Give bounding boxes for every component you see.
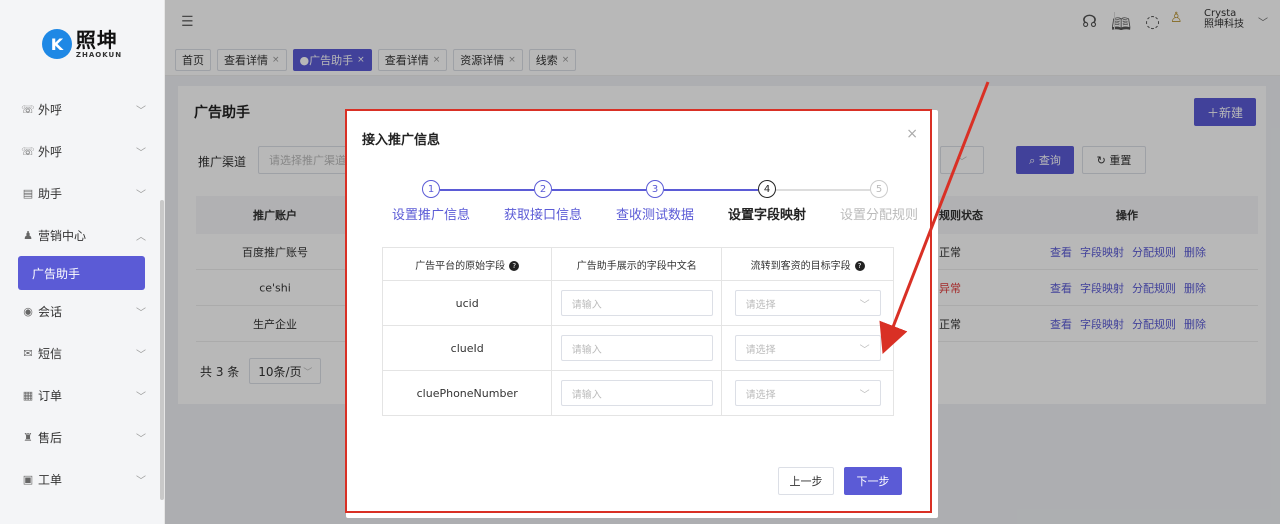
- target-field-select[interactable]: 请选择 ﹀: [734, 380, 881, 406]
- sidebar-item-phone[interactable]: ☏ 外呼 ﹀: [0, 130, 164, 172]
- chevron-down-icon: ﹀: [859, 344, 870, 356]
- step-connector: [440, 189, 534, 191]
- help-icon[interactable]: ?: [854, 260, 865, 271]
- step-label: 设置字段映射: [727, 208, 806, 223]
- table-row: ucid 请输入 请选择 ﹀: [381, 280, 894, 326]
- table-row: cluePhoneNumber 请输入 请选择 ﹀: [381, 370, 894, 416]
- step-number: 1: [422, 180, 440, 198]
- step-4: 4 设置字段映射: [712, 180, 822, 223]
- display-name-input[interactable]: 请输入: [560, 335, 713, 361]
- chevron-icon: ﹀: [136, 391, 146, 403]
- next-step-button[interactable]: 下一步: [844, 467, 902, 495]
- help-icon[interactable]: ?: [509, 260, 520, 271]
- target-field-select[interactable]: 请选择 ﹀: [734, 335, 881, 361]
- sidebar-item-label: 短信: [38, 346, 63, 361]
- step-number: 5: [870, 180, 888, 198]
- col-target-field: 流转到客资的目标字段?: [721, 247, 894, 281]
- step-number: 3: [646, 180, 664, 198]
- sidebar-item-label: 工单: [38, 472, 63, 487]
- step-label: 查收测试数据: [615, 208, 694, 223]
- select-placeholder: 请选择: [745, 344, 776, 356]
- phone-icon: ☏: [21, 144, 35, 158]
- table-row: clueId 请输入 请选择 ﹀: [381, 325, 894, 371]
- sidebar-item-service[interactable]: ♜ 售后 ﹀: [0, 416, 164, 458]
- modal-title: 接入推广信息: [362, 133, 441, 148]
- mail-icon: ✉: [23, 346, 33, 360]
- sidebar-item-label: 外呼: [38, 102, 63, 117]
- sidebar-item-chat[interactable]: ◉ 会话 ﹀: [0, 290, 164, 332]
- sidebar-item-phone[interactable]: ☏ 外呼 ﹀: [0, 88, 164, 130]
- close-icon[interactable]: ×: [906, 126, 918, 142]
- step-3: 3 查收测试数据: [600, 180, 710, 223]
- original-field: cluePhoneNumber: [381, 370, 553, 416]
- step-connector: [664, 189, 758, 191]
- sidebar-item-mail[interactable]: ✉ 短信 ﹀: [0, 332, 164, 374]
- service-icon: ♜: [23, 430, 33, 444]
- logo-text: 照坤: [75, 27, 118, 52]
- sidebar-item-label: 会话: [38, 304, 63, 319]
- select-placeholder: 请选择: [745, 299, 776, 311]
- target-field-select[interactable]: 请选择 ﹀: [734, 290, 881, 316]
- chat-icon: ◉: [23, 304, 33, 318]
- sidebar-item-label: 订单: [38, 388, 63, 403]
- user-icon: ♟: [23, 228, 33, 242]
- original-field: ucid: [381, 280, 553, 326]
- steps: 1 设置推广信息 2 获取接口信息 3 查收测试数据 4 设置字段映射 5 设置分配规则: [376, 180, 918, 223]
- col-display-name: 广告助手展示的字段中文名: [551, 247, 723, 281]
- sidebar-item-label: 售后: [38, 430, 63, 445]
- logo: K 照坤 ZHAOKUN: [0, 0, 164, 88]
- chevron-icon: ﹀: [136, 475, 146, 487]
- chevron-down-icon: ﹀: [859, 299, 870, 311]
- chevron-icon: ﹀: [136, 349, 146, 361]
- step-number: 2: [534, 180, 552, 198]
- access-modal: 接入推广信息 × 1 设置推广信息 2 获取接口信息 3 查收测试数据 4 设置字段映射 5 设置…: [346, 110, 938, 518]
- sidebar-item-user[interactable]: ♟ 营销中心 ︿: [0, 214, 164, 256]
- chevron-icon: ﹀: [136, 105, 146, 117]
- chevron-icon: ﹀: [136, 147, 146, 159]
- chevron-down-icon: ﹀: [859, 389, 870, 401]
- sidebar-item-label: 外呼: [38, 144, 63, 159]
- display-name-input[interactable]: 请输入: [560, 290, 713, 316]
- logo-icon: K: [41, 29, 72, 59]
- sidebar-item-ticket[interactable]: ▣ 工单 ﹀: [0, 458, 164, 500]
- step-connector: [776, 189, 870, 191]
- sidebar-item-order[interactable]: ▦ 订单 ﹀: [0, 374, 164, 416]
- chevron-icon: ﹀: [136, 307, 146, 319]
- step-label: 获取接口信息: [503, 208, 582, 223]
- original-field: clueId: [381, 325, 553, 371]
- chevron-icon: ︿: [136, 231, 146, 243]
- sidebar-item-label: 助手: [38, 186, 63, 201]
- logo-subtext: ZHAOKUN: [75, 50, 123, 59]
- ticket-icon: ▣: [22, 472, 34, 486]
- sidebar-item-chart[interactable]: ▤ 助手 ﹀: [0, 172, 164, 214]
- chevron-icon: ﹀: [136, 189, 146, 201]
- select-placeholder: 请选择: [745, 389, 776, 401]
- display-name-input[interactable]: 请输入: [560, 380, 713, 406]
- col-original-field: 广告平台的原始字段?: [381, 247, 553, 281]
- chevron-icon: ﹀: [136, 433, 146, 445]
- field-mapping-table: 广告平台的原始字段? 广告助手展示的字段中文名 流转到客资的目标字段? ucid…: [381, 247, 894, 416]
- sidebar: K 照坤 ZHAOKUN ☏ 外呼 ﹀ ☏ 外呼 ﹀ ▤ 助手 ﹀ ♟ 营销中心 ︿ 广告助手 ◉ 会话…: [0, 0, 165, 524]
- chart-icon: ▤: [22, 186, 34, 200]
- order-icon: ▦: [22, 388, 34, 402]
- sidebar-scrollbar[interactable]: [160, 200, 164, 500]
- sidebar-item-ad-assistant[interactable]: 广告助手: [18, 256, 145, 290]
- step-1: 1 设置推广信息: [376, 180, 486, 223]
- prev-step-button[interactable]: 上一步: [778, 467, 834, 495]
- sidebar-item-label: 营销中心: [38, 228, 87, 243]
- step-label: 设置分配规则: [839, 208, 918, 223]
- step-2: 2 获取接口信息: [488, 180, 598, 223]
- step-5: 5 设置分配规则: [824, 180, 934, 223]
- phone-icon: ☏: [21, 102, 35, 116]
- step-number: 4: [758, 180, 776, 198]
- step-connector: [552, 189, 646, 191]
- step-label: 设置推广信息: [391, 208, 470, 223]
